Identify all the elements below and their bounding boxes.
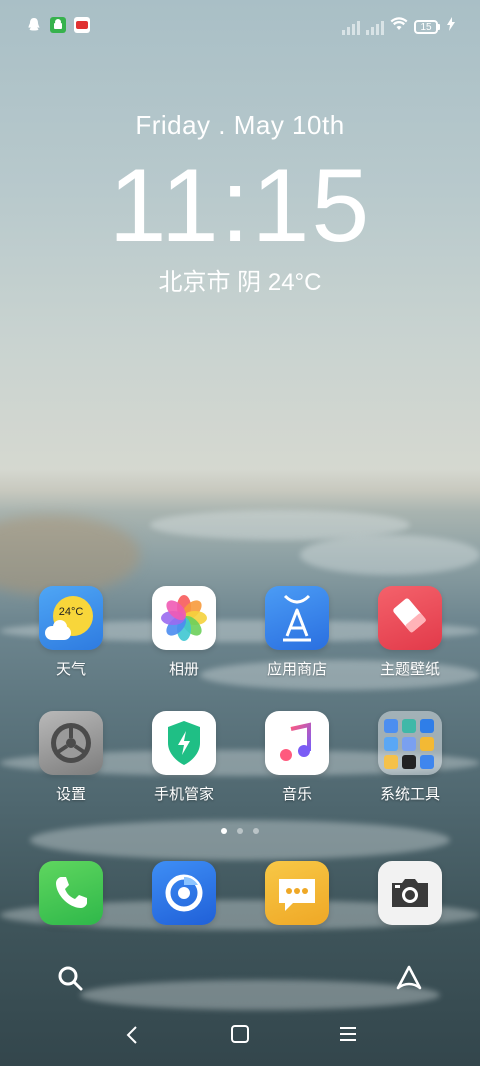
app-label: 音乐	[281, 786, 312, 803]
settings-gear-icon	[39, 711, 103, 775]
dock-messages[interactable]	[247, 861, 347, 925]
dock-phone[interactable]	[21, 861, 121, 925]
theme-brush-icon	[378, 586, 442, 650]
folder-icon	[378, 711, 442, 775]
shield-icon	[152, 711, 216, 775]
app-themes[interactable]: 主题壁纸	[360, 586, 460, 679]
app-gallery[interactable]: 相册	[134, 586, 234, 679]
battery-icon: 15	[414, 19, 440, 34]
app-label: 手机管家	[153, 786, 214, 803]
app-store-icon	[265, 586, 329, 650]
app-phone-manager[interactable]: 手机管家	[134, 711, 234, 804]
phone-icon	[39, 861, 103, 925]
browser-icon	[152, 861, 216, 925]
clock: 11:15	[108, 148, 372, 264]
signal-icon	[366, 19, 384, 35]
assistant-icon[interactable]	[394, 964, 424, 997]
app-label: 系统工具	[379, 786, 440, 803]
navigation-bar	[0, 1016, 480, 1056]
signal-icon	[342, 19, 360, 35]
weather-app-icon: 24°C	[39, 586, 103, 650]
camera-icon	[378, 861, 442, 925]
status-bar: 15	[0, 0, 480, 50]
app-label: 主题壁纸	[379, 661, 440, 678]
app-settings[interactable]: 设置	[21, 711, 121, 804]
date-label: Friday . May 10th	[135, 110, 345, 140]
app-label: 相册	[168, 661, 199, 678]
dock-camera[interactable]	[360, 861, 460, 925]
wifi-icon	[390, 16, 408, 37]
folder-system-tools[interactable]: 系统工具	[360, 711, 460, 804]
app-weather[interactable]: 24°C 天气	[21, 586, 121, 679]
app-store[interactable]: 应用商店	[247, 586, 347, 679]
app-badge-icon	[74, 17, 90, 33]
page-indicator	[0, 828, 480, 834]
gallery-flower-icon	[152, 586, 216, 650]
search-icon[interactable]	[56, 964, 84, 997]
charging-icon	[446, 17, 456, 36]
weather-summary[interactable]: 北京市 阴 24°C	[0, 262, 480, 297]
messages-icon	[265, 861, 329, 925]
home-icon[interactable]	[230, 1024, 250, 1049]
app-label: 设置	[55, 786, 86, 803]
back-icon[interactable]	[122, 1024, 142, 1051]
page-dot	[253, 828, 259, 834]
app-label: 天气	[55, 661, 86, 678]
menu-icon[interactable]	[338, 1024, 358, 1049]
page-dot-active	[221, 828, 227, 834]
music-note-icon	[265, 711, 329, 775]
page-dot	[237, 828, 243, 834]
android-icon	[50, 17, 66, 33]
app-label: 应用商店	[266, 661, 327, 678]
app-music[interactable]: 音乐	[247, 711, 347, 804]
qq-icon	[26, 17, 42, 38]
weather-temp-badge: 24°C	[58, 606, 84, 618]
dock-browser[interactable]	[134, 861, 234, 925]
battery-level: 15	[420, 21, 432, 33]
